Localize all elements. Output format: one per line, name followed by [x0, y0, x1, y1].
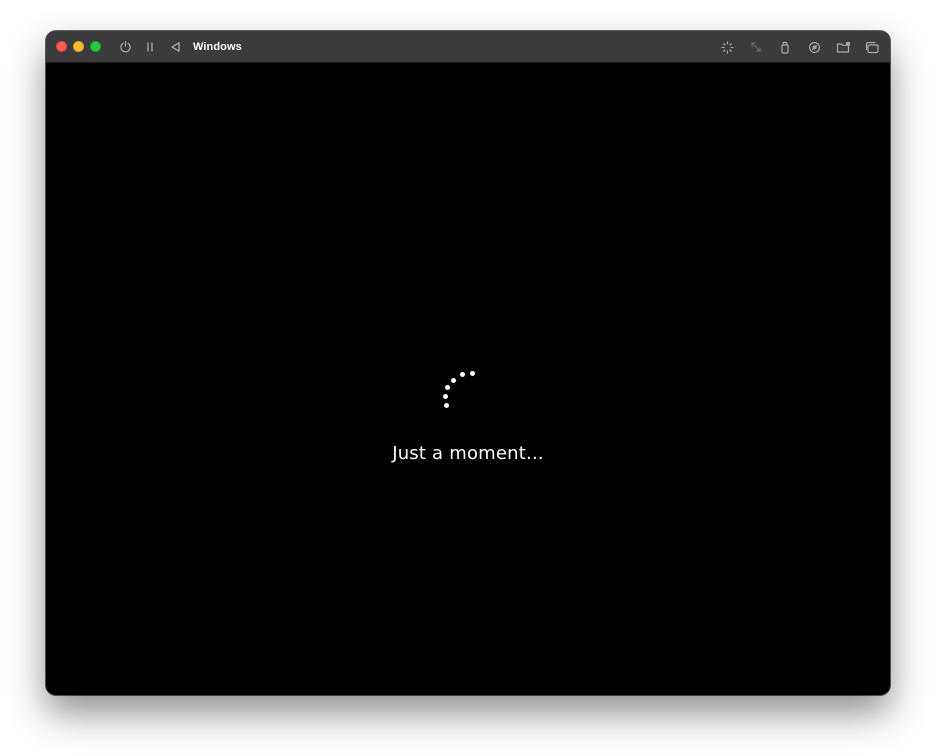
titlebar: Windows	[46, 31, 890, 63]
brightness-icon[interactable]	[719, 39, 735, 55]
status-message: Just a moment...	[392, 443, 544, 464]
pause-icon[interactable]	[142, 39, 158, 55]
spinner-dot	[445, 385, 450, 390]
usb-icon[interactable]	[777, 39, 793, 55]
loading-spinner-icon	[440, 368, 480, 408]
spinner-dot	[451, 378, 456, 383]
titlebar-toolbar	[706, 31, 880, 63]
minimize-button[interactable]	[73, 41, 84, 52]
zoom-button[interactable]	[90, 41, 101, 52]
shared-folder-icon[interactable]	[835, 39, 851, 55]
spinner-dot	[444, 403, 449, 408]
back-icon[interactable]	[167, 39, 183, 55]
power-icon[interactable]	[117, 39, 133, 55]
spinner-dot	[460, 372, 465, 377]
vm-screen[interactable]: Just a moment...	[46, 63, 890, 695]
spinner-dot	[443, 394, 448, 399]
traffic-lights	[56, 41, 107, 52]
close-button[interactable]	[56, 41, 67, 52]
window-title: Windows	[193, 40, 242, 53]
vm-window: Windows Just a moment...	[46, 31, 890, 695]
spinner-dot	[470, 371, 475, 376]
resize-icon[interactable]	[748, 39, 764, 55]
vm-controls: Windows	[117, 39, 242, 55]
window-icon[interactable]	[864, 39, 880, 55]
audio-icon[interactable]	[806, 39, 822, 55]
